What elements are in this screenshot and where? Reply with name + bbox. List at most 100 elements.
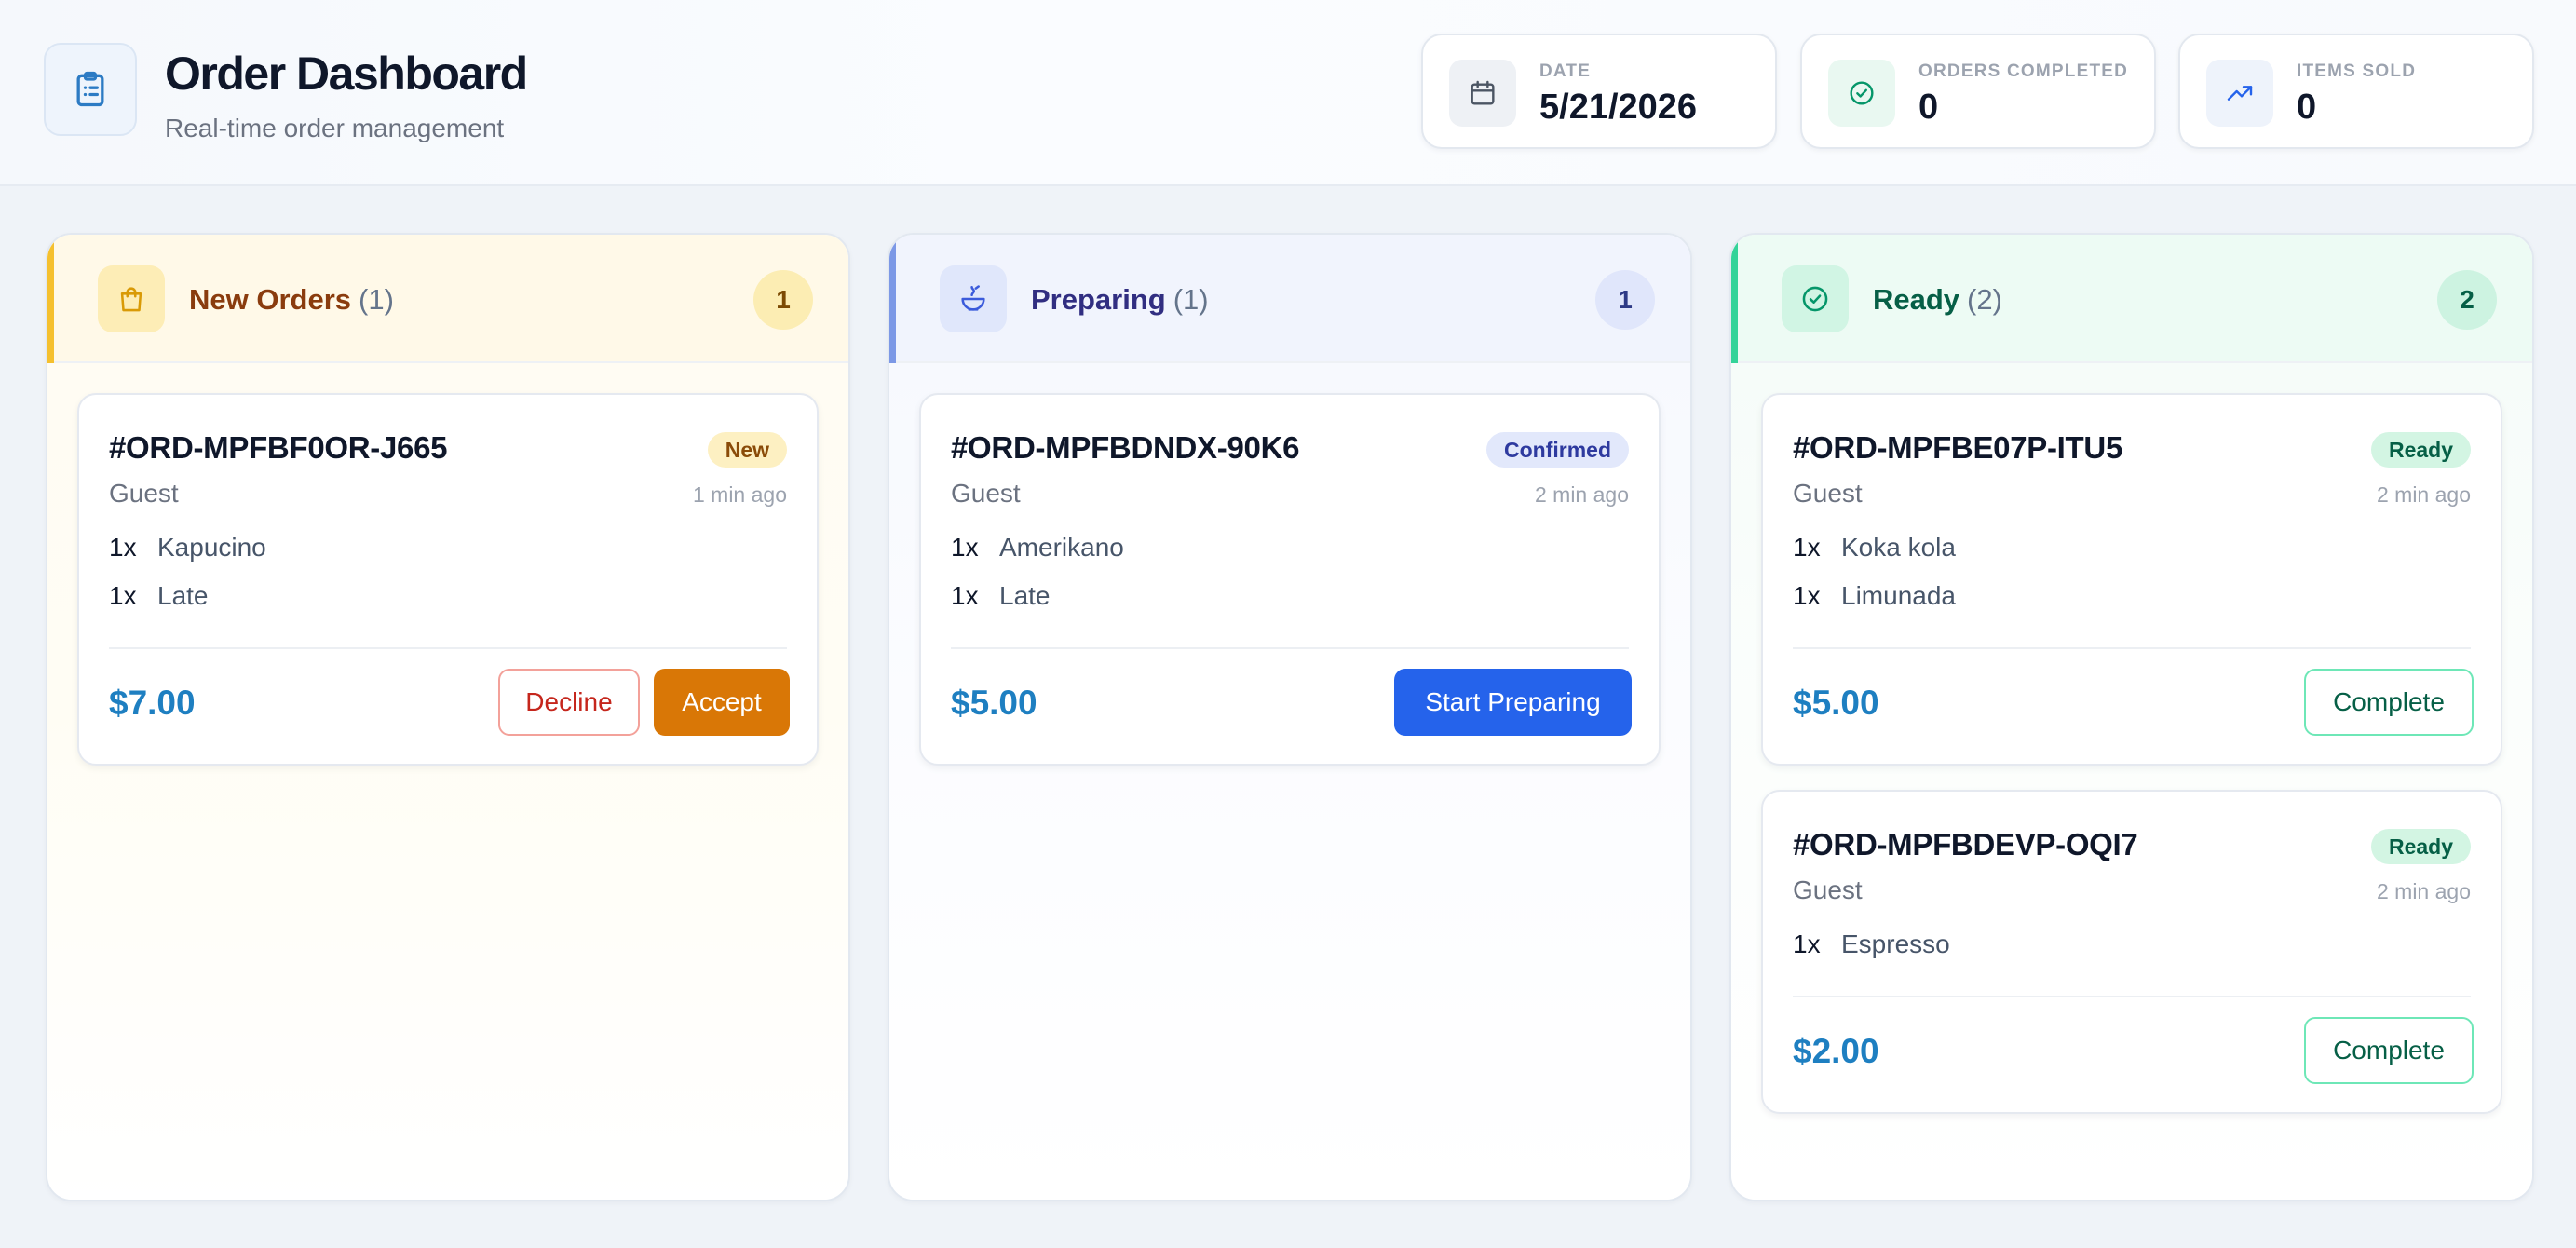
customer-name: Guest — [109, 479, 179, 508]
column-accent — [1731, 235, 1738, 363]
column-count: (1) — [1173, 283, 1209, 316]
check-circle-icon — [1782, 265, 1849, 332]
item-qty: 1x — [109, 581, 137, 610]
column-count: (1) — [359, 283, 394, 316]
check-circle-icon — [1828, 60, 1895, 127]
order-card[interactable]: #ORD-MPFBDNDX-90K6 Confirmed Guest 2 min… — [919, 393, 1661, 766]
item-name: Koka kola — [1841, 533, 1956, 562]
customer-name: Guest — [951, 479, 1021, 508]
shopping-bag-icon — [98, 265, 165, 332]
column-body: #ORD-MPFBDNDX-90K6 Confirmed Guest 2 min… — [889, 363, 1690, 1200]
order-items: 1x Koka kola 1x Limunada — [1793, 533, 1956, 630]
order-total: $5.00 — [951, 684, 1037, 722]
item-name: Kapucino — [157, 533, 266, 562]
order-item: 1x Limunada — [1793, 581, 1956, 630]
column-count: (2) — [1967, 283, 2002, 316]
order-time: 2 min ago — [2376, 482, 2471, 507]
column-count-badge: 1 — [1595, 270, 1655, 330]
item-qty: 1x — [109, 533, 137, 562]
item-qty: 1x — [1793, 929, 1821, 958]
divider — [1793, 647, 2471, 649]
divider — [109, 647, 787, 649]
column-preparing: Preparing (1) 1 #ORD-MPFBDNDX-90K6 Confir… — [888, 233, 1692, 1201]
order-total: $2.00 — [1793, 1032, 1879, 1070]
column-body: #ORD-MPFBE07P-ITU5 Ready Guest 2 min ago… — [1731, 363, 2532, 1200]
item-name: Espresso — [1841, 929, 1950, 958]
order-items: 1x Espresso — [1793, 929, 1950, 978]
stat-value: 0 — [2297, 88, 2317, 127]
order-id: #ORD-MPFBF0OR-J665 — [109, 430, 448, 465]
status-badge: New — [707, 432, 787, 468]
order-card[interactable]: #ORD-MPFBF0OR-J665 New Guest 1 min ago 1… — [77, 393, 819, 766]
column-accent — [889, 235, 896, 363]
order-items: 1x Kapucino 1x Late — [109, 533, 266, 630]
column-title-text: Ready — [1873, 283, 1960, 316]
item-qty: 1x — [1793, 533, 1821, 562]
customer-name: Guest — [1793, 875, 1863, 904]
order-time: 1 min ago — [692, 482, 787, 507]
status-badge: Ready — [2370, 829, 2471, 864]
stat-label: Date — [1539, 61, 1592, 81]
status-badge: Confirmed — [1486, 432, 1629, 468]
status-badge: Ready — [2370, 432, 2471, 468]
order-item: 1x Late — [109, 581, 266, 630]
column-body: #ORD-MPFBF0OR-J665 New Guest 1 min ago 1… — [47, 363, 848, 1200]
item-name: Late — [999, 581, 1051, 610]
item-qty: 1x — [1793, 581, 1821, 610]
page-title: Order Dashboard — [165, 47, 528, 100]
column-header: Preparing (1) 1 — [889, 235, 1690, 363]
page-header: Order Dashboard Real-time order manageme… — [0, 0, 2576, 186]
column-ready: Ready (2) 2 #ORD-MPFBE07P-ITU5 Ready Gues… — [1729, 233, 2534, 1201]
item-qty: 1x — [951, 581, 979, 610]
calendar-icon — [1449, 60, 1516, 127]
clipboard-icon — [44, 43, 137, 136]
complete-button[interactable]: Complete — [2304, 669, 2474, 736]
column-title-text: New Orders — [189, 283, 352, 316]
order-item: 1x Koka kola — [1793, 533, 1956, 581]
order-card[interactable]: #ORD-MPFBE07P-ITU5 Ready Guest 2 min ago… — [1761, 393, 2502, 766]
column-title: Preparing (1) — [1031, 283, 1209, 317]
column-count-badge: 1 — [753, 270, 813, 330]
order-time: 2 min ago — [1534, 482, 1629, 507]
order-item: 1x Late — [951, 581, 1124, 630]
stat-card-items-sold: Items Sold 0 — [2178, 34, 2534, 149]
soup-bowl-icon — [940, 265, 1007, 332]
order-item: 1x Kapucino — [109, 533, 266, 581]
column-title: New Orders (1) — [189, 283, 394, 317]
order-id: #ORD-MPFBDEVP-OQI7 — [1793, 827, 2138, 861]
column-header: Ready (2) 2 — [1731, 235, 2532, 363]
customer-name: Guest — [1793, 479, 1863, 508]
accept-button[interactable]: Accept — [654, 669, 790, 736]
column-title: Ready (2) — [1873, 283, 2002, 317]
column-header: New Orders (1) 1 — [47, 235, 848, 363]
item-name: Limunada — [1841, 581, 1956, 610]
order-time: 2 min ago — [2376, 879, 2471, 903]
item-qty: 1x — [951, 533, 979, 562]
order-items: 1x Amerikano 1x Late — [951, 533, 1124, 630]
column-title-text: Preparing — [1031, 283, 1166, 316]
order-item: 1x Espresso — [1793, 929, 1950, 978]
order-id: #ORD-MPFBE07P-ITU5 — [1793, 430, 2122, 465]
decline-button[interactable]: Decline — [498, 669, 640, 736]
start-preparing-button[interactable]: Start Preparing — [1394, 669, 1632, 736]
stat-value: 0 — [1918, 88, 1939, 127]
column-new-orders: New Orders (1) 1 #ORD-MPFBF0OR-J665 New G… — [46, 233, 850, 1201]
column-accent — [47, 235, 54, 363]
stat-label: Orders Completed — [1918, 61, 2129, 81]
stat-card-orders-completed: Orders Completed 0 — [1800, 34, 2156, 149]
order-card[interactable]: #ORD-MPFBDEVP-OQI7 Ready Guest 2 min ago… — [1761, 790, 2502, 1114]
page-subtitle: Real-time order management — [165, 114, 505, 142]
item-name: Amerikano — [999, 533, 1124, 562]
item-name: Late — [157, 581, 209, 610]
complete-button[interactable]: Complete — [2304, 1017, 2474, 1084]
stat-value: 5/21/2026 — [1539, 88, 1698, 127]
divider — [951, 647, 1629, 649]
stat-label: Items Sold — [2297, 61, 2417, 81]
order-item: 1x Amerikano — [951, 533, 1124, 581]
order-total: $7.00 — [109, 684, 196, 722]
column-count-badge: 2 — [2437, 270, 2497, 330]
trending-up-icon — [2206, 60, 2273, 127]
order-total: $5.00 — [1793, 684, 1879, 722]
stat-card-date: Date 5/21/2026 — [1421, 34, 1777, 149]
divider — [1793, 996, 2471, 997]
